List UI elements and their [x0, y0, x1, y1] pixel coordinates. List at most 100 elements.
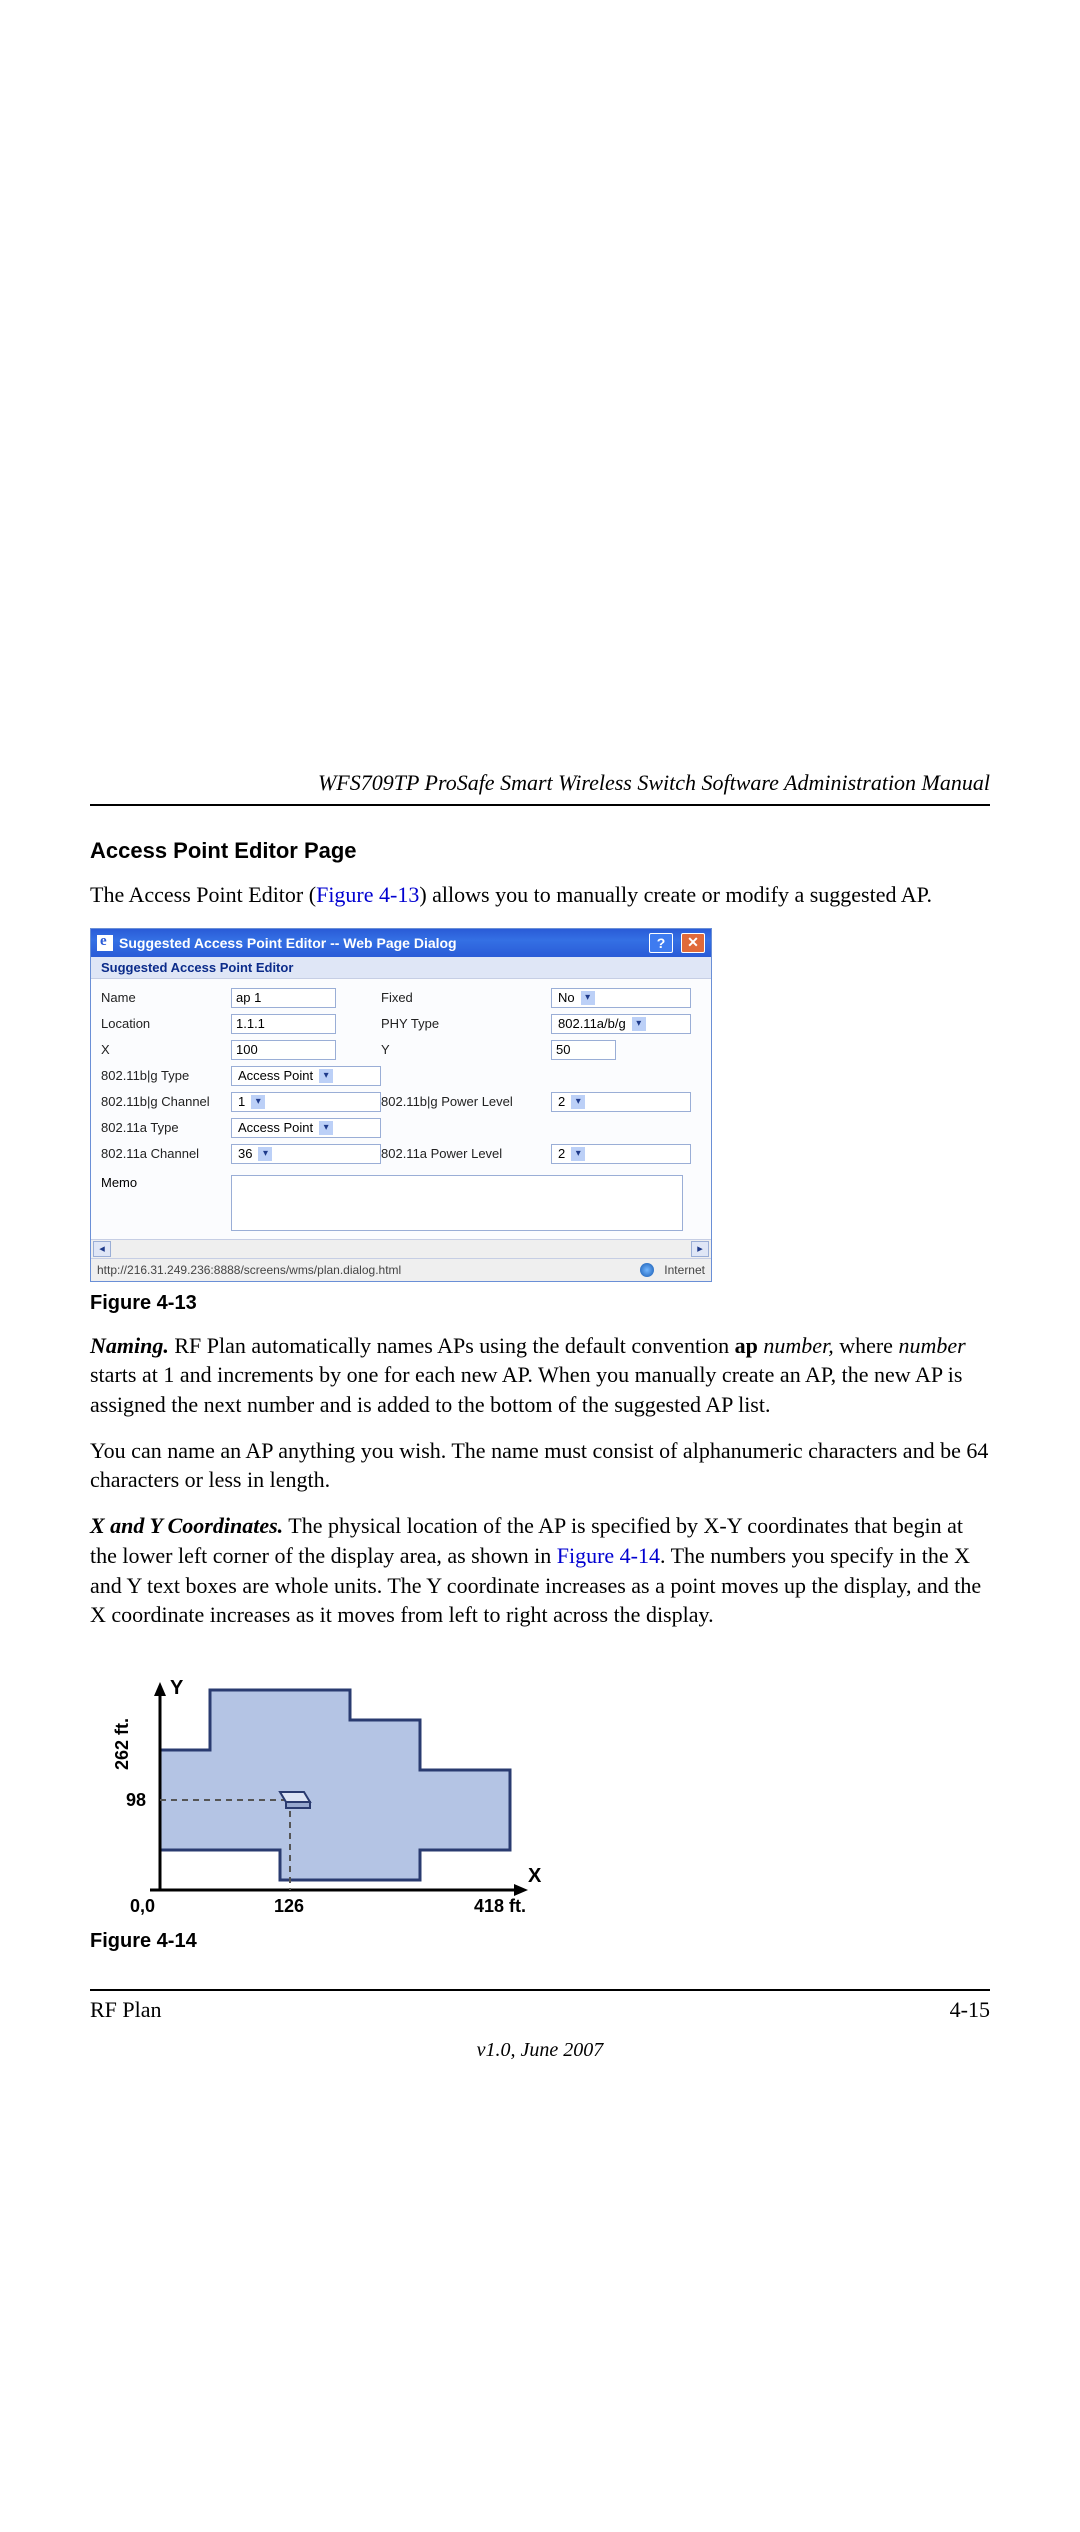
- location-label: Location: [101, 1016, 231, 1031]
- location-input[interactable]: [231, 1014, 336, 1034]
- fixed-label: Fixed: [381, 990, 551, 1005]
- section-heading: Access Point Editor Page: [90, 838, 990, 864]
- fixed-select[interactable]: No ▾: [551, 988, 691, 1008]
- y-max-label: 262 ft.: [112, 1718, 132, 1770]
- help-button[interactable]: ?: [649, 933, 673, 953]
- phy-value: 802.11a/b/g: [558, 1016, 626, 1031]
- fixed-value: No: [558, 990, 575, 1005]
- close-button[interactable]: ✕: [681, 933, 705, 953]
- phy-select[interactable]: 802.11a/b/g ▾: [551, 1014, 691, 1034]
- chevron-down-icon: ▾: [632, 1017, 646, 1031]
- a-pw-select[interactable]: 2▾: [551, 1144, 691, 1164]
- row-a-ch-pw: 802.11a Channel 36▾ 802.11a Power Level …: [101, 1141, 701, 1167]
- dialog-titlebar: Suggested Access Point Editor -- Web Pag…: [91, 929, 711, 957]
- bg-type-label: 802.11b|g Type: [101, 1068, 231, 1083]
- a-ch-value: 36: [238, 1146, 252, 1161]
- chevron-down-icon: ▾: [319, 1069, 333, 1083]
- x-arrow-icon: [514, 1884, 528, 1896]
- chevron-down-icon: ▾: [581, 991, 595, 1005]
- figure-4-13-label: Figure 4-13: [90, 1292, 990, 1315]
- name-label: Name: [101, 990, 231, 1005]
- figure-4-14-link[interactable]: Figure 4-14: [557, 1543, 660, 1568]
- y-arrow-icon: [154, 1682, 166, 1696]
- row-name-fixed: Name Fixed No ▾: [101, 985, 701, 1011]
- chevron-down-icon: ▾: [251, 1095, 265, 1109]
- dialog-hscroll[interactable]: ◂ ▸: [91, 1239, 711, 1258]
- status-url: http://216.31.249.236:8888/screens/wms/p…: [97, 1263, 630, 1277]
- globe-icon: [640, 1263, 654, 1277]
- ap-editor-dialog: Suggested Access Point Editor -- Web Pag…: [90, 928, 712, 1282]
- naming-t1c: starts at 1 and increments by one for ea…: [90, 1362, 962, 1417]
- a-pw-value: 2: [558, 1146, 565, 1161]
- bg-pw-select[interactable]: 2▾: [551, 1092, 691, 1112]
- naming-t1b: where: [834, 1333, 899, 1358]
- x-axis-label: X: [528, 1865, 542, 1887]
- row-memo: Memo: [101, 1175, 701, 1231]
- naming-ap: ap: [735, 1333, 758, 1358]
- a-ch-select[interactable]: 36 ▾: [231, 1144, 381, 1164]
- ie-icon: [97, 935, 113, 951]
- bg-ch-select[interactable]: 1▾: [231, 1092, 381, 1112]
- y-input[interactable]: [551, 1040, 616, 1060]
- phy-label: PHY Type: [381, 1016, 551, 1031]
- dialog-statusbar: http://216.31.249.236:8888/screens/wms/p…: [91, 1258, 711, 1281]
- doc-header-title: WFS709TP ProSafe Smart Wireless Switch S…: [90, 770, 990, 806]
- floorplan-shape: [160, 1690, 510, 1880]
- row-bg-type: 802.11b|g Type Access Point ▾: [101, 1063, 701, 1089]
- intro-pre: The Access Point Editor (: [90, 882, 316, 907]
- a-type-select[interactable]: Access Point ▾: [231, 1118, 381, 1138]
- bg-type-value: Access Point: [238, 1068, 313, 1083]
- naming-lead: Naming.: [90, 1333, 169, 1358]
- a-type-label: 802.11a Type: [101, 1120, 231, 1135]
- intro-post: ) allows you to manually create or modif…: [419, 882, 932, 907]
- figure-4-13-link[interactable]: Figure 4-13: [316, 882, 419, 907]
- xy-paragraph: X and Y Coordinates. The physical locati…: [90, 1511, 990, 1630]
- row-a-type: 802.11a Type Access Point ▾: [101, 1115, 701, 1141]
- y-axis-label: Y: [170, 1677, 184, 1699]
- dialog-title: Suggested Access Point Editor -- Web Pag…: [119, 935, 643, 951]
- status-zone: Internet: [664, 1263, 705, 1277]
- a-pw-label: 802.11a Power Level: [381, 1146, 551, 1161]
- name-input[interactable]: [231, 988, 336, 1008]
- footer-section: RF Plan: [90, 1997, 162, 2023]
- figure-4-14-label: Figure 4-14: [90, 1930, 990, 1953]
- a-ch-label: 802.11a Channel: [101, 1146, 231, 1161]
- xy-lead: X and Y Coordinates.: [90, 1513, 283, 1538]
- x-max-label: 418 ft.: [474, 1896, 526, 1916]
- x-tick-label: 126: [274, 1896, 304, 1916]
- footer-page: 4-15: [950, 1997, 990, 2023]
- y-label: Y: [381, 1042, 551, 1057]
- intro-paragraph: The Access Point Editor (Figure 4-13) al…: [90, 880, 990, 910]
- naming-paragraph-1: Naming. RF Plan automatically names APs …: [90, 1331, 990, 1420]
- row-location-phy: Location PHY Type 802.11a/b/g ▾: [101, 1011, 701, 1037]
- footer-row: RF Plan 4-15: [90, 1991, 990, 2023]
- bg-type-select[interactable]: Access Point ▾: [231, 1066, 381, 1086]
- chevron-down-icon: ▾: [571, 1147, 585, 1161]
- dialog-form: Name Fixed No ▾ Location PHY Type 802.11a…: [91, 979, 711, 1239]
- chevron-down-icon: ▾: [258, 1147, 272, 1161]
- scroll-right-icon[interactable]: ▸: [691, 1241, 709, 1257]
- naming-number2: number: [898, 1333, 965, 1358]
- memo-label: Memo: [101, 1175, 221, 1231]
- coordinate-figure: 262 ft. Y 98 0,0 126 418 ft. X: [90, 1660, 570, 1920]
- bg-ch-label: 802.11b|g Channel: [101, 1094, 231, 1109]
- origin-label: 0,0: [130, 1896, 155, 1916]
- naming-number: number,: [763, 1333, 833, 1358]
- x-label: X: [101, 1042, 231, 1057]
- dialog-subheading: Suggested Access Point Editor: [91, 957, 711, 979]
- naming-t1a: RF Plan automatically names APs using th…: [169, 1333, 735, 1358]
- a-type-value: Access Point: [238, 1120, 313, 1135]
- bg-ch-value: 1: [238, 1094, 245, 1109]
- footer-version: v1.0, June 2007: [90, 2039, 990, 2062]
- naming-paragraph-2: You can name an AP anything you wish. Th…: [90, 1436, 990, 1495]
- memo-textarea[interactable]: [231, 1175, 683, 1231]
- row-bg-ch-pw: 802.11b|g Channel 1▾ 802.11b|g Power Lev…: [101, 1089, 701, 1115]
- chevron-down-icon: ▾: [571, 1095, 585, 1109]
- y-tick-label: 98: [126, 1790, 146, 1810]
- bg-pw-value: 2: [558, 1094, 565, 1109]
- row-x-y: X Y: [101, 1037, 701, 1063]
- bg-pw-label: 802.11b|g Power Level: [381, 1094, 551, 1109]
- chevron-down-icon: ▾: [319, 1121, 333, 1135]
- scroll-left-icon[interactable]: ◂: [93, 1241, 111, 1257]
- x-input[interactable]: [231, 1040, 336, 1060]
